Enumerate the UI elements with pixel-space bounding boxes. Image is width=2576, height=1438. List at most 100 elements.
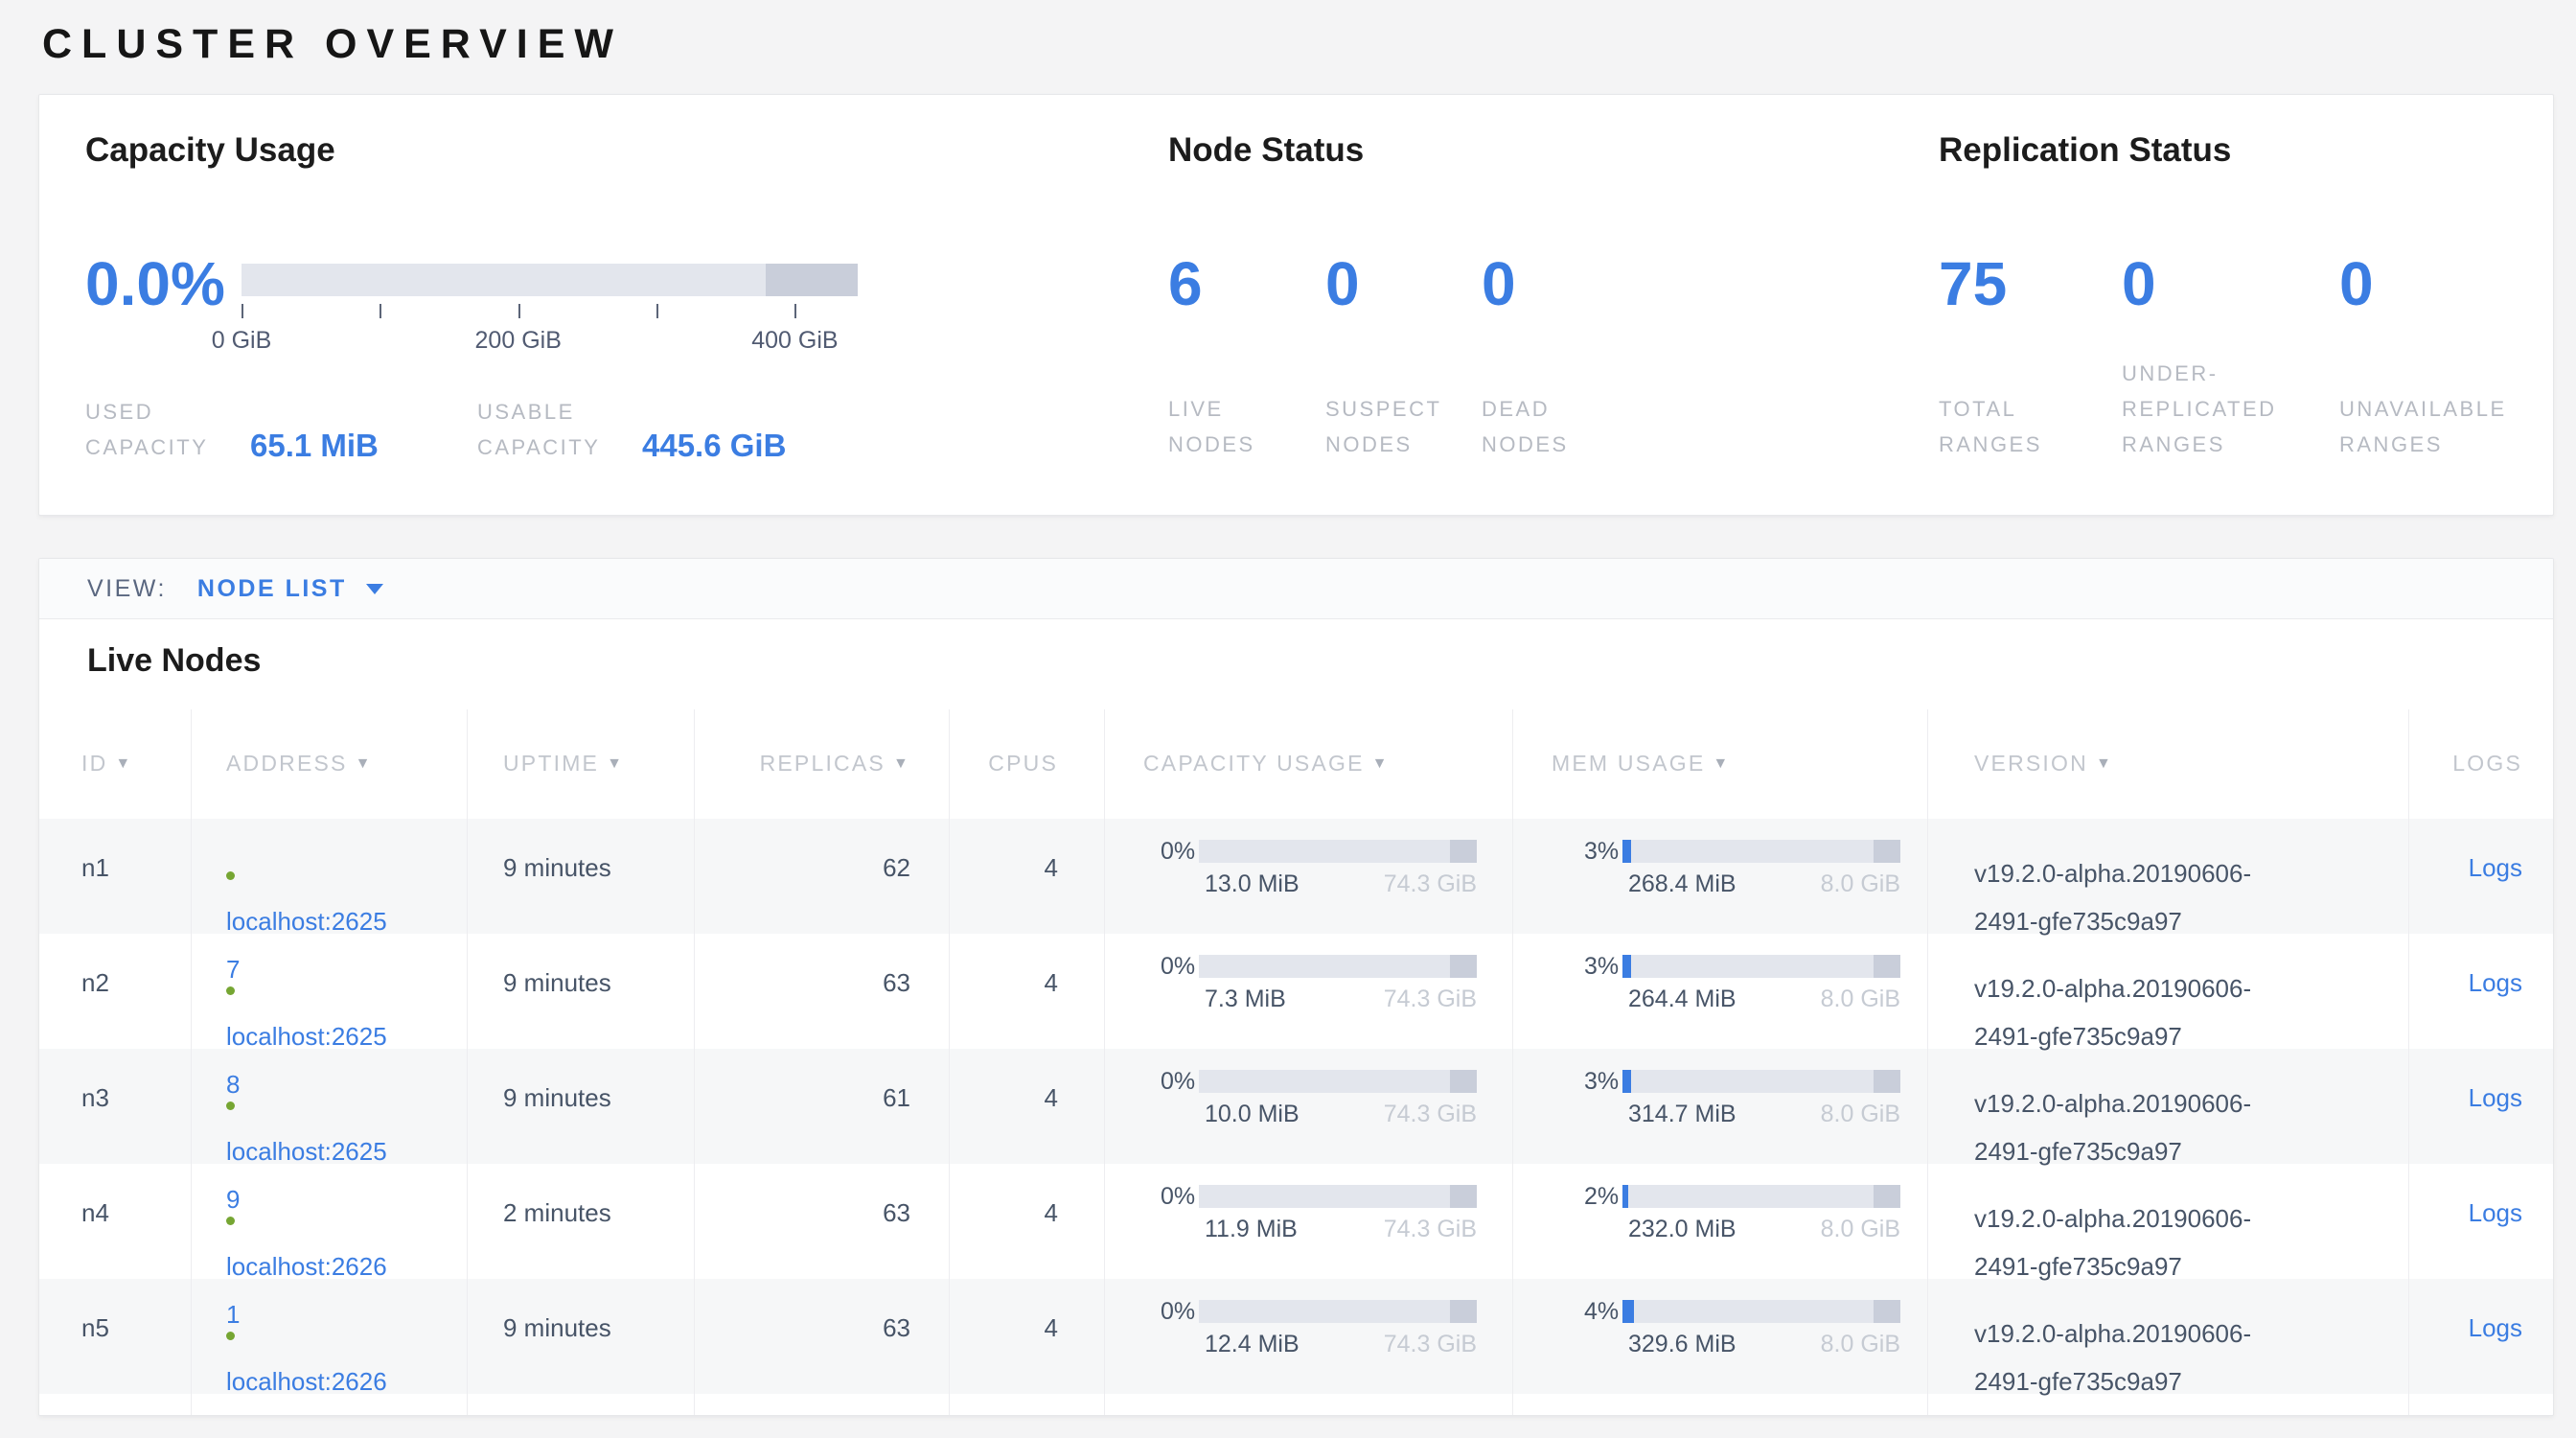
column-header-uptime[interactable]: UPTIME▼ <box>468 709 695 819</box>
used-capacity-stat: USED CAPACITY 65.1 MiB <box>85 394 379 465</box>
cluster-summary-card: Capacity Usage 0.0% 0 GiB200 GiB400 GiB … <box>38 94 2554 516</box>
node-logs-link[interactable]: Logs <box>2469 1198 2522 1227</box>
capacity-values: 7.3 MiB 74.3 GiB <box>1199 986 1477 1013</box>
node-logs-cell: Logs <box>2409 1049 2553 1164</box>
usable-capacity-value: 445.6 GiB <box>642 427 786 465</box>
view-selected-value[interactable]: NODE LIST <box>197 575 347 603</box>
memory-usage-cell: 2%232.0 MiB8.0 GiB <box>1513 1164 1928 1279</box>
column-header-address[interactable]: ADDRESS▼ <box>192 709 468 819</box>
node-version-cell: v19.2.0-alpha.20190606-2491-gfe735c9a97 <box>1928 934 2409 1049</box>
node-version-text: v19.2.0-alpha.20190606-2491-gfe735c9a97 <box>1974 1079 2308 1175</box>
capacity-usage-bar <box>242 264 858 296</box>
live-nodes-title: Live Nodes <box>39 619 2553 708</box>
table-row: n2localhost:262589 minutes6340%7.3 MiB74… <box>39 934 2553 1049</box>
live-status-dot-icon <box>226 1332 235 1340</box>
capacity-usage-cell: 0%12.4 MiB74.3 GiB <box>1105 1279 1513 1394</box>
empty-cell <box>1105 1394 1513 1415</box>
axis-tick <box>380 304 381 318</box>
column-header-id[interactable]: ID ▼ <box>39 709 192 819</box>
node-address-cell: localhost:26261 <box>192 1164 468 1279</box>
node-cpus-cell: 4 <box>950 1164 1105 1279</box>
replication-stat: 0UNDER-REPLICATED RANGES <box>2122 253 2156 515</box>
node-cpus-cell: 4 <box>950 1049 1105 1164</box>
memory-used-value: 268.4 MiB <box>1628 870 1736 898</box>
node-uptime-cell: 9 minutes <box>468 819 695 934</box>
memory-used-value: 329.6 MiB <box>1628 1331 1736 1358</box>
capacity-usage-cell: 0%7.3 MiB74.3 GiB <box>1105 934 1513 1049</box>
capacity-bar-dark-segment <box>1450 1070 1477 1093</box>
memory-bar <box>1622 1185 1900 1208</box>
table-row: n1localhost:262579 minutes6240%13.0 MiB7… <box>39 819 2553 934</box>
capacity-used-percent: 0.0% <box>85 253 225 314</box>
view-bar: VIEW: NODE LIST <box>39 559 2553 619</box>
column-header-label: LOGS <box>2452 751 2522 777</box>
memory-meter: 2% <box>1584 1185 1927 1208</box>
memory-total-value: 8.0 GiB <box>1821 1331 1900 1358</box>
empty-cell <box>695 1394 950 1416</box>
node-status-stat: 6LIVE NODES <box>1168 253 1203 515</box>
node-logs-link[interactable]: Logs <box>2469 1313 2522 1342</box>
column-header-memory[interactable]: MEM USAGE▼ <box>1513 709 1928 819</box>
node-version-text: v19.2.0-alpha.20190606-2491-gfe735c9a97 <box>1974 1194 2308 1290</box>
capacity-usage-cell: 0%10.0 MiB74.3 GiB <box>1105 1049 1513 1164</box>
node-status-stat-value: 6 <box>1168 253 1203 314</box>
chevron-down-icon <box>366 584 383 594</box>
sort-desc-icon: ▼ <box>1713 755 1730 773</box>
node-cpus-cell: 4 <box>950 819 1105 934</box>
node-status-stat-label: LIVE NODES <box>1168 391 1312 462</box>
memory-used-value: 314.7 MiB <box>1628 1101 1736 1128</box>
sort-desc-icon: ▼ <box>115 755 132 773</box>
axis-tick-label: 200 GiB <box>475 327 562 355</box>
node-uptime-cell: 9 minutes <box>468 934 695 1049</box>
capacity-used-value: 7.3 MiB <box>1205 986 1286 1013</box>
capacity-total-value: 74.3 GiB <box>1384 1216 1477 1243</box>
memory-percent-label: 3% <box>1584 838 1622 866</box>
column-header-label: ADDRESS <box>226 751 348 777</box>
replication-stat-label: UNAVAILABLE RANGES <box>2339 391 2541 462</box>
node-version-cell: v19.2.0-alpha.20190606-2491-gfe735c9a97 <box>1928 1279 2409 1394</box>
capacity-bar <box>1199 1300 1477 1323</box>
memory-bar <box>1622 1300 1900 1323</box>
used-capacity-label: USED CAPACITY <box>85 394 212 465</box>
node-logs-link[interactable]: Logs <box>2469 968 2522 997</box>
axis-tick <box>518 304 520 318</box>
column-header-capacity[interactable]: CAPACITY USAGE▼ <box>1105 709 1513 819</box>
capacity-bar-dark-segment <box>1450 1185 1477 1208</box>
memory-bar-dark-segment <box>1874 1300 1900 1323</box>
node-logs-link[interactable]: Logs <box>2469 853 2522 882</box>
node-logs-link[interactable]: Logs <box>2469 1083 2522 1112</box>
node-status-stat: 0DEAD NODES <box>1482 253 1516 515</box>
usable-capacity-stat: USABLE CAPACITY 445.6 GiB <box>477 394 786 465</box>
memory-meter: 3% <box>1584 840 1927 863</box>
view-label: VIEW: <box>87 575 167 603</box>
column-header-label: VERSION <box>1974 751 2088 777</box>
memory-percent-label: 4% <box>1584 1298 1622 1326</box>
live-status-dot-icon <box>226 986 235 995</box>
column-header-label: ID <box>81 751 107 777</box>
memory-values: 314.7 MiB8.0 GiB <box>1622 1101 1900 1128</box>
memory-used-value: 232.0 MiB <box>1628 1216 1736 1243</box>
table-body: n1localhost:262579 minutes6240%13.0 MiB7… <box>39 819 2553 1415</box>
node-address-cell: localhost:26262 <box>192 1279 468 1394</box>
empty-cell <box>1513 1394 1928 1415</box>
node-status-title: Node Status <box>1168 131 1364 170</box>
capacity-total-value: 74.3 GiB <box>1384 986 1477 1013</box>
node-status-stat: 0SUSPECT NODES <box>1325 253 1360 515</box>
node-replicas-cell: 63 <box>695 934 950 1049</box>
capacity-values: 12.4 MiB74.3 GiB <box>1199 1331 1477 1358</box>
view-selector[interactable]: NODE LIST <box>197 575 383 603</box>
node-uptime-cell: 2 minutes <box>468 1164 695 1279</box>
column-header-replicas[interactable]: REPLICAS▼ <box>695 709 950 819</box>
node-address-cell: localhost:26259 <box>192 1049 468 1164</box>
replication-stat: 0UNAVAILABLE RANGES <box>2339 253 2374 515</box>
empty-cell <box>468 1394 695 1416</box>
column-header-version[interactable]: VERSION▼ <box>1928 709 2409 819</box>
capacity-meter: 0% <box>1161 840 1512 863</box>
capacity-usage-cell: 0%11.9 MiB74.3 GiB <box>1105 1164 1513 1279</box>
node-status-stat-label: DEAD NODES <box>1482 391 1625 462</box>
memory-meter: 4% <box>1584 1300 1927 1323</box>
memory-bar-dark-segment <box>1874 840 1900 863</box>
memory-total-value: 8.0 GiB <box>1821 870 1900 898</box>
memory-percent-label: 2% <box>1584 1183 1622 1211</box>
memory-bar-dark-segment <box>1874 1070 1900 1093</box>
